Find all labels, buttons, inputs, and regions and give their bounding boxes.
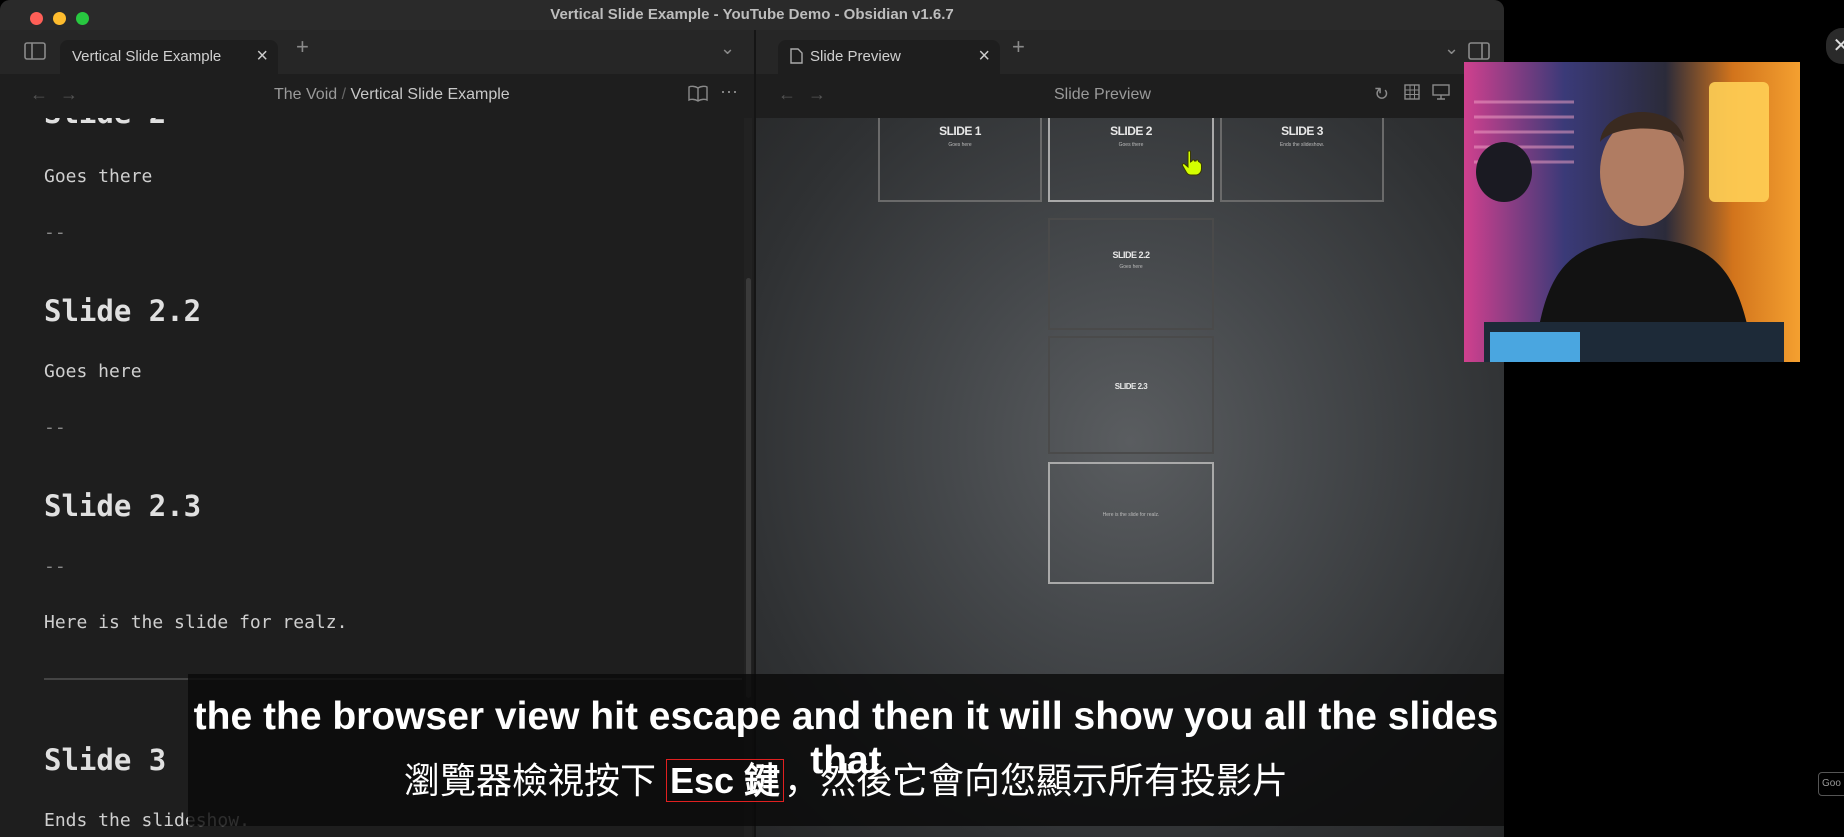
slide-subtitle: Ends the slideshow. bbox=[1279, 142, 1325, 148]
subtitle-chinese: 瀏覽器檢視按下 Esc 鍵，然後它會向您顯示所有投影片 bbox=[188, 752, 1504, 804]
slide-thumbnail-1[interactable]: SLIDE 1 Goes here bbox=[878, 118, 1042, 202]
webcam-overlay bbox=[1464, 62, 1800, 362]
breadcrumb: The Void / Vertical Slide Example bbox=[274, 86, 510, 104]
back-arrow-icon[interactable]: ← bbox=[778, 84, 796, 105]
heading-slide-3: Slide 3 bbox=[44, 743, 167, 777]
window-title: Vertical Slide Example - YouTube Demo - … bbox=[550, 6, 954, 23]
slide-thumbnail-2-3[interactable]: SLIDE 2.3 bbox=[1048, 336, 1214, 454]
reading-view-icon[interactable] bbox=[688, 84, 708, 107]
editor-line: Here is the slide for realz. bbox=[44, 612, 348, 633]
plus-icon[interactable]: + bbox=[1012, 34, 1025, 60]
forward-arrow-icon[interactable]: → bbox=[60, 84, 78, 105]
breadcrumb-vault[interactable]: The Void bbox=[274, 86, 337, 103]
more-options-icon[interactable]: ⋯ bbox=[720, 82, 738, 103]
forward-arrow-icon[interactable]: → bbox=[808, 84, 826, 105]
slide-subtitle: Goes here bbox=[948, 142, 972, 148]
slide-separator: -- bbox=[44, 222, 66, 243]
slide-subtitle: Goes there bbox=[1118, 142, 1144, 148]
slide-separator: -- bbox=[44, 556, 66, 577]
heading-slide-2: Slide 2 bbox=[44, 118, 166, 130]
file-icon bbox=[790, 48, 803, 67]
plus-icon[interactable]: + bbox=[296, 34, 309, 60]
subtitle-chinese-pre: 瀏覽器檢視按下 bbox=[403, 760, 666, 801]
close-overlay-button[interactable]: ✕ bbox=[1826, 28, 1844, 64]
close-icon[interactable]: × bbox=[256, 45, 268, 68]
subtitle-esc-key: Esc 鍵 bbox=[665, 759, 785, 802]
slide-title: SLIDE 2.2 bbox=[1112, 250, 1150, 260]
subtitle-overlay: the the browser view hit escape and then… bbox=[188, 674, 1504, 826]
chevron-down-icon[interactable]: ⌄ bbox=[1444, 38, 1459, 59]
sidebar-toggle-icon[interactable] bbox=[24, 42, 46, 65]
slide-separator: -- bbox=[44, 417, 66, 438]
slide-subtitle: Goes here bbox=[1119, 264, 1143, 270]
subtitle-chinese-post: ，然後它會向您顯示所有投影片 bbox=[784, 760, 1289, 801]
hand-cursor-icon bbox=[1181, 150, 1203, 183]
editor-line: Goes there bbox=[44, 166, 153, 187]
slide-text: Here is the slide for realz. bbox=[1102, 512, 1160, 518]
heading-slide-2-3: Slide 2.3 bbox=[44, 489, 202, 523]
slide-title: SLIDE 3 bbox=[1281, 124, 1323, 138]
slide-title: SLIDE 1 bbox=[939, 124, 981, 138]
slide-title: SLIDE 2.3 bbox=[1114, 382, 1148, 391]
breadcrumb-note[interactable]: Vertical Slide Example bbox=[351, 86, 510, 103]
close-icon[interactable]: × bbox=[978, 45, 990, 68]
right-nav-bar: ← → Slide Preview ↻ bbox=[756, 74, 1504, 118]
scrollbar-thumb[interactable] bbox=[746, 278, 751, 698]
heading-slide-2-2: Slide 2.2 bbox=[44, 294, 202, 328]
slide-thumbnail-2-3-content[interactable]: Here is the slide for realz. bbox=[1048, 462, 1214, 584]
left-tab-bar: Vertical Slide Example × + ⌄ bbox=[0, 30, 754, 74]
back-arrow-icon[interactable]: ← bbox=[30, 84, 48, 105]
title-bar: Vertical Slide Example - YouTube Demo - … bbox=[0, 0, 1504, 30]
slide-thumbnail-3[interactable]: SLIDE 3 Ends the slideshow. bbox=[1220, 118, 1384, 202]
slide-thumbnail-2-2[interactable]: SLIDE 2.2 Goes here bbox=[1048, 218, 1214, 330]
chevron-down-icon[interactable]: ⌄ bbox=[720, 38, 735, 59]
corner-badge[interactable]: Goo bbox=[1818, 772, 1844, 796]
presentation-icon[interactable] bbox=[1432, 83, 1450, 106]
tab-slide-preview[interactable]: Slide Preview × bbox=[778, 40, 1000, 74]
left-nav-bar: ← → The Void / Vertical Slide Example ⋯ bbox=[0, 74, 754, 118]
tab-label: Slide Preview bbox=[810, 48, 901, 65]
grid-icon[interactable] bbox=[1404, 84, 1420, 105]
tab-label: Vertical Slide Example bbox=[72, 48, 222, 65]
slide-title: SLIDE 2 bbox=[1110, 124, 1152, 138]
preview-title: Slide Preview bbox=[1054, 86, 1151, 103]
refresh-icon[interactable]: ↻ bbox=[1374, 84, 1389, 105]
tab-vertical-slide-example[interactable]: Vertical Slide Example × bbox=[60, 40, 278, 74]
right-tab-bar: Slide Preview × + ⌄ bbox=[756, 30, 1504, 74]
editor-line: Goes here bbox=[44, 361, 142, 382]
breadcrumb-separator: / bbox=[341, 86, 347, 103]
